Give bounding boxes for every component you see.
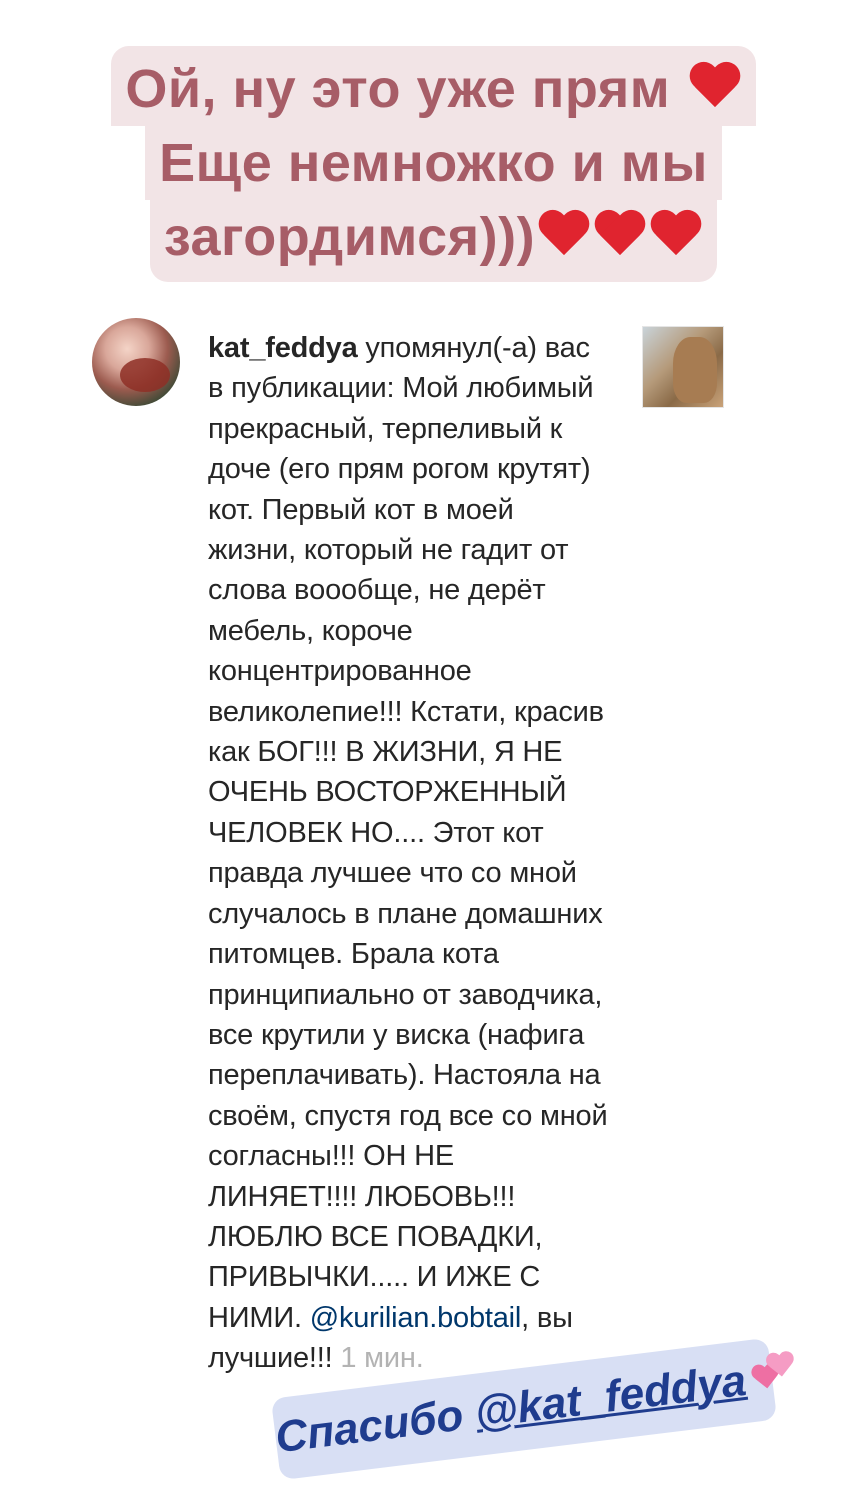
notification-text: kat_feddya упомянул(-а) вас в публикации… [208, 328, 608, 1379]
caption-text-3: загордимся))) [163, 207, 536, 267]
thanks-text: Спасибо [272, 1390, 466, 1463]
post-thumbnail[interactable] [642, 326, 724, 408]
caption-text-1: Ой, ну это уже прям [125, 59, 671, 119]
caption-line-2: Еще немножко и мы [145, 126, 722, 200]
avatar-photo [120, 358, 170, 392]
caption-text-2: Еще немножко и мы [159, 133, 708, 193]
cat-photo [673, 337, 717, 403]
caption-line-3: загордимся))) [149, 200, 718, 282]
red-heart-icon [537, 211, 591, 261]
caption-line-1: Ой, ну это уже прям [111, 46, 756, 126]
notification-body: Мой любимый прекрасный, терпеливый к доч… [208, 372, 608, 1334]
mention-link[interactable]: @kurilian.bobtail [310, 1302, 522, 1334]
username-link[interactable]: kat_feddya [208, 332, 358, 364]
thanks-handle-link[interactable]: @kat_feddya [472, 1356, 749, 1438]
timestamp: 1 мин. [340, 1342, 424, 1375]
caption-sticker: Ой, ну это уже прям Еще немножко и мы за… [0, 46, 867, 282]
two-hearts-icon [749, 1351, 800, 1398]
red-heart-icon [688, 63, 742, 113]
red-heart-icon [649, 211, 703, 261]
red-heart-icon [593, 211, 647, 261]
avatar[interactable] [92, 318, 180, 406]
